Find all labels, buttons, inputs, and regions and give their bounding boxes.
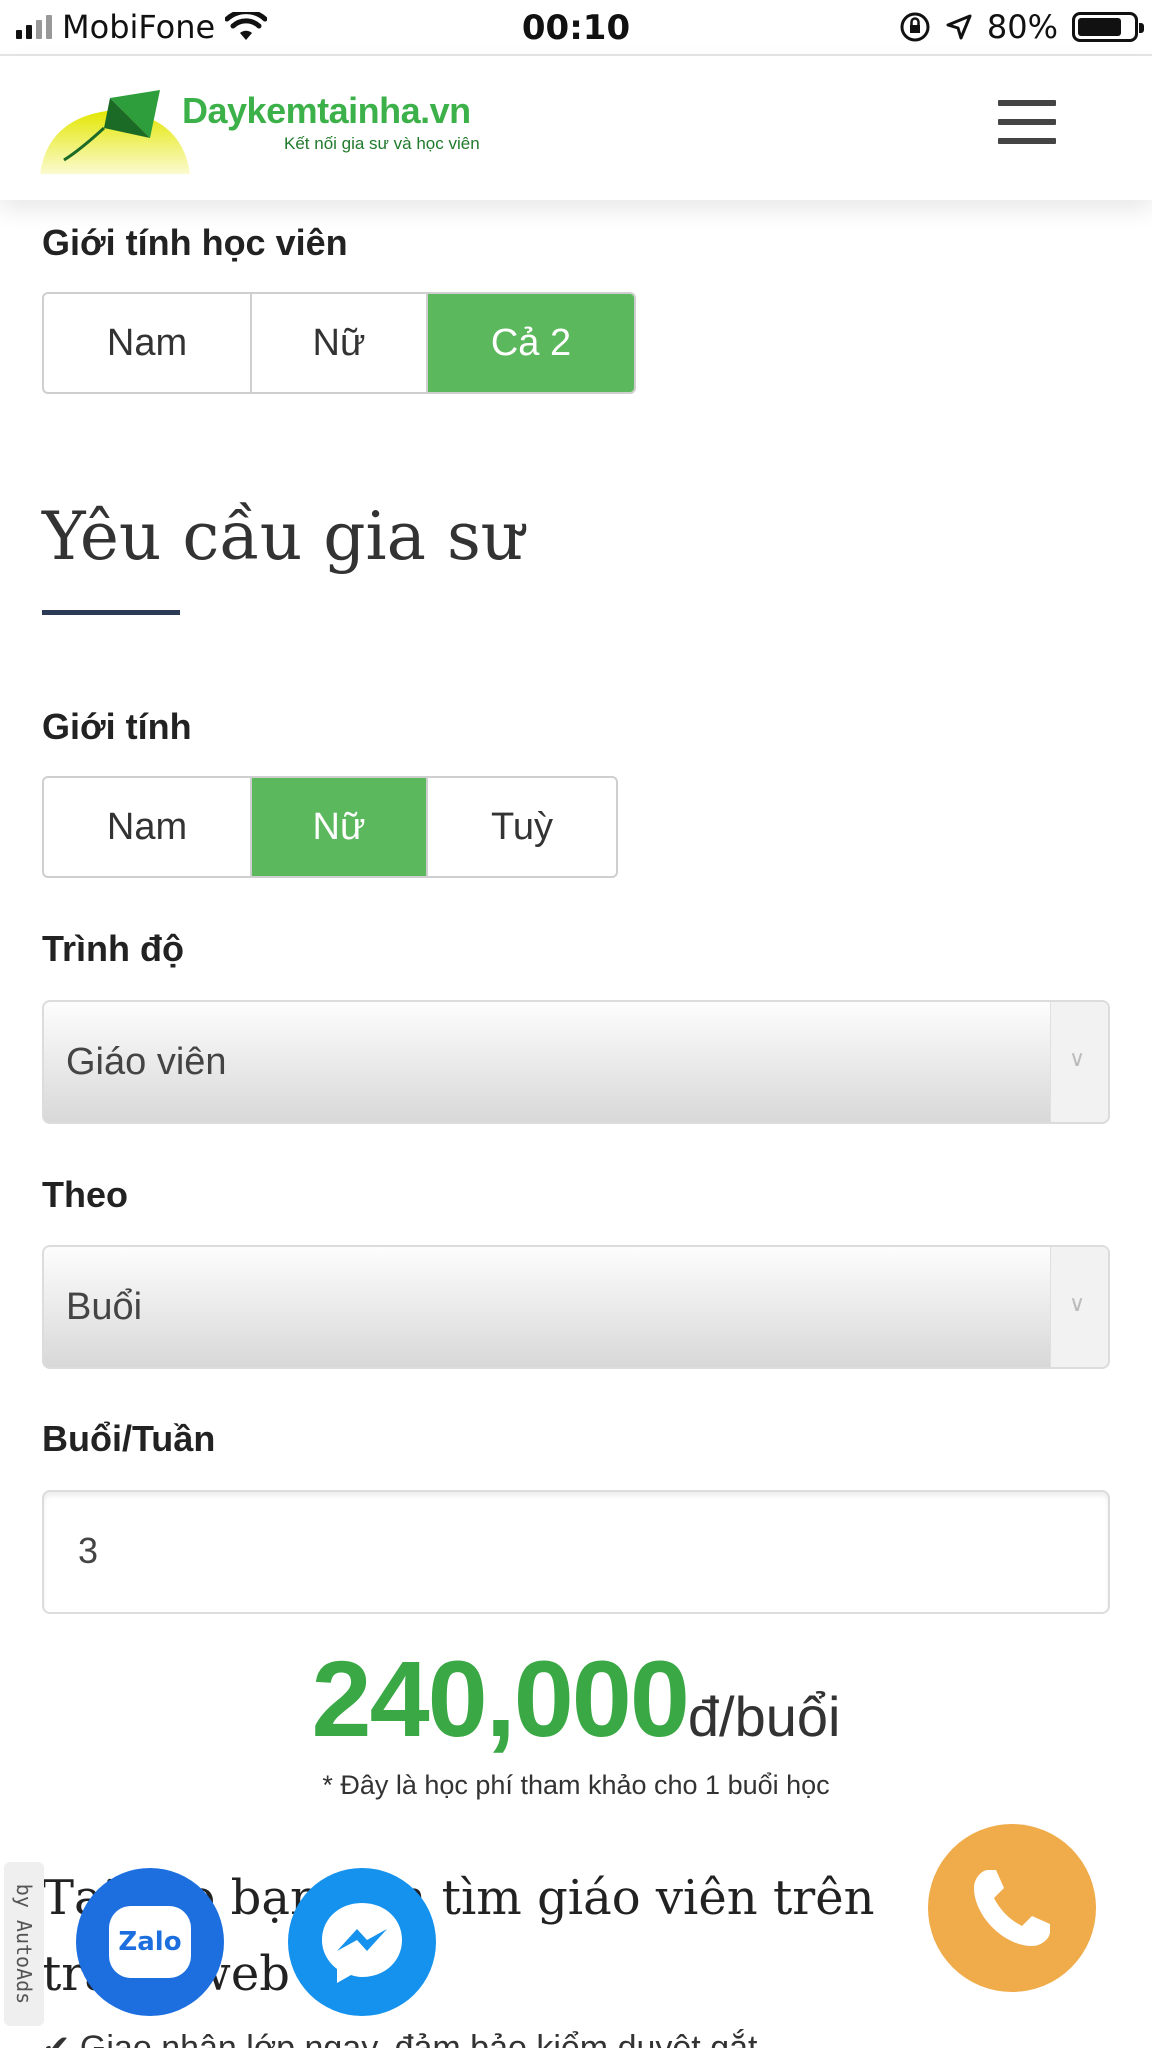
level-select-arrow: ∨ [1050,1002,1108,1122]
why-bullet: ✔ Giao nhận lớp ngay, đảm bảo kiểm duyệt… [42,2029,758,2048]
autoads-label: by AutoAds [12,1883,37,2005]
by-select-arrow: ∨ [1050,1247,1108,1367]
section-title: Yêu cầu gia sư [42,498,524,575]
level-select-value: Giáo viên [66,1041,227,1083]
student-gender-option-ca-2[interactable]: Cả 2 [428,294,634,392]
by-label: Theo [42,1174,128,1215]
level-label: Trình độ [42,928,184,969]
status-right: 80% [899,8,1144,46]
price-unit: đ/buổi [687,1685,841,1748]
zalo-icon: Zalo [109,1906,191,1978]
student-gender-label: Giới tính học viên [42,222,348,263]
battery-percent: 80% [986,8,1058,46]
student-gender-selector: Nam Nữ Cả 2 [42,292,636,394]
price-display: 240,000đ/buổi [42,1636,1110,1761]
status-bar: MobiFone 00:10 80% [0,0,1152,56]
chevron-down-icon: ∨ [1069,1046,1086,1071]
zalo-button[interactable]: Zalo [76,1868,224,2016]
tutor-gender-option-tuy[interactable]: Tuỳ [428,778,616,876]
sessions-per-week-input[interactable]: 3 [42,1490,1110,1614]
hamburger-icon[interactable] [998,100,1056,144]
price-note: * Đây là học phí tham khảo cho 1 buổi họ… [322,1770,830,1800]
brand[interactable]: Daykemtainha.vn Kết nối gia sư và học vi… [182,90,480,154]
autoads-badge[interactable]: by AutoAds [4,1862,44,2026]
sessions-per-week-label: Buổi/Tuần [42,1418,216,1459]
student-gender-option-nam[interactable]: Nam [44,294,252,392]
brand-tagline: Kết nối gia sư và học viên [284,134,480,153]
battery-icon [1072,12,1144,42]
location-arrow-icon [946,14,972,40]
tutor-gender-label: Giới tính [42,706,192,747]
phone-icon [974,1870,1050,1946]
student-gender-option-nu[interactable]: Nữ [252,294,428,392]
by-select-value: Buổi [66,1286,143,1328]
call-button[interactable] [928,1824,1096,1992]
orientation-lock-icon [900,12,930,42]
messenger-icon [322,1903,402,1983]
site-header: Daykemtainha.vn Kết nối gia sư và học vi… [0,56,1152,200]
brand-name: Daykemtainha.vn [182,90,471,131]
zalo-label: Zalo [118,1927,182,1957]
tutor-gender-selector: Nam Nữ Tuỳ [42,776,618,878]
tutor-gender-option-nu[interactable]: Nữ [252,778,428,876]
price-amount: 240,000 [311,1638,690,1759]
kite-logo-icon[interactable] [40,90,190,174]
title-underline [42,610,180,615]
messenger-button[interactable] [288,1868,436,2016]
chevron-down-icon: ∨ [1069,1291,1086,1316]
tutor-gender-option-nam[interactable]: Nam [44,778,252,876]
by-select[interactable]: Buổi ∨ [42,1245,1110,1369]
level-select[interactable]: Giáo viên ∨ [42,1000,1110,1124]
